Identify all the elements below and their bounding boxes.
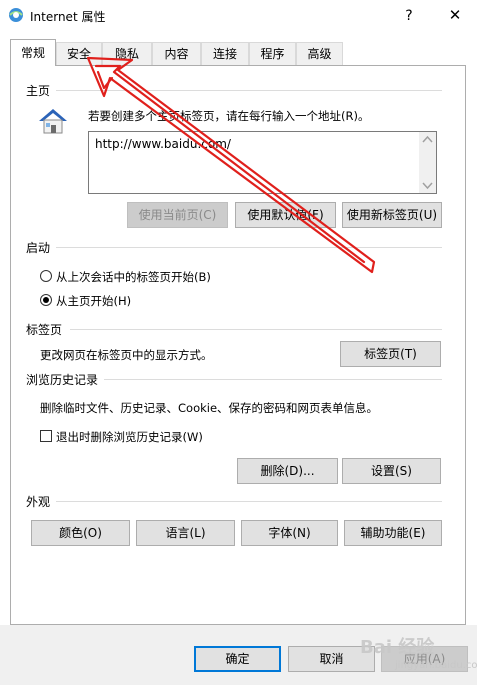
help-button[interactable]: ?: [398, 6, 420, 26]
fonts-button[interactable]: 字体(N): [241, 520, 338, 546]
tab-programs[interactable]: 程序: [249, 42, 296, 65]
scroll-down-arrow-icon[interactable]: [422, 182, 433, 190]
tab-privacy[interactable]: 隐私: [102, 42, 152, 65]
tabs-section-description: 更改网页在标签页中的显示方式。: [40, 348, 213, 362]
tab-general[interactable]: 常规: [10, 39, 56, 66]
home-page-label: 主页: [26, 84, 51, 98]
tabs-section-label: 标签页: [26, 323, 63, 337]
house-icon: [39, 109, 67, 134]
tab-advanced[interactable]: 高级: [296, 42, 343, 65]
languages-button[interactable]: 语言(L): [136, 520, 235, 546]
radio-selected-dot: [43, 297, 49, 303]
accessibility-button[interactable]: 辅助功能(E): [344, 520, 442, 546]
close-button[interactable]: ✕: [444, 5, 466, 25]
radio-last-session[interactable]: [40, 270, 52, 282]
delete-history-on-exit-label[interactable]: 退出时删除浏览历史记录(W): [56, 429, 203, 445]
colors-button[interactable]: 颜色(O): [31, 520, 130, 546]
tabs-settings-button[interactable]: 标签页(T): [340, 341, 441, 367]
use-default-button[interactable]: 使用默认值(F): [235, 202, 336, 228]
delete-history-button[interactable]: 删除(D)...: [237, 458, 338, 484]
startup-label: 启动: [26, 241, 51, 255]
home-page-url-value: http://www.baidu.com/: [95, 137, 231, 151]
radio-home-page-label[interactable]: 从主页开始(H): [56, 293, 131, 309]
history-settings-button[interactable]: 设置(S): [342, 458, 441, 484]
baidu-watermark: Bai 经验: [360, 637, 435, 658]
tab-connections[interactable]: 连接: [201, 42, 249, 65]
history-description: 删除临时文件、历史记录、Cookie、保存的密码和网页表单信息。: [40, 401, 379, 415]
divider: [56, 90, 442, 91]
delete-history-on-exit-checkbox[interactable]: [40, 430, 52, 442]
radio-home-page[interactable]: [40, 294, 52, 306]
title-bar: Internet 属性 ? ✕: [0, 0, 477, 32]
tab-content[interactable]: 内容: [152, 42, 201, 65]
baidu-watermark-sub: jingyan.baidu.com: [395, 660, 477, 671]
scroll-up-arrow-icon[interactable]: [422, 135, 433, 143]
window-title: Internet 属性: [30, 10, 106, 24]
use-current-button[interactable]: 使用当前页(C): [127, 202, 228, 228]
divider: [70, 329, 442, 330]
appearance-label: 外观: [26, 495, 51, 509]
radio-last-session-label[interactable]: 从上次会话中的标签页开始(B): [56, 269, 211, 285]
home-page-instruction: 若要创建多个主页标签页，请在每行输入一个地址(R)。: [88, 109, 370, 123]
divider: [56, 247, 442, 248]
tab-security[interactable]: 安全: [56, 42, 102, 65]
divider: [56, 501, 442, 502]
textarea-scrollbar[interactable]: [419, 132, 436, 193]
ok-button[interactable]: 确定: [194, 646, 281, 672]
history-label: 浏览历史记录: [26, 373, 99, 387]
internet-explorer-icon: [9, 8, 23, 22]
use-new-tab-button[interactable]: 使用新标签页(U): [342, 202, 442, 228]
divider: [104, 379, 442, 380]
